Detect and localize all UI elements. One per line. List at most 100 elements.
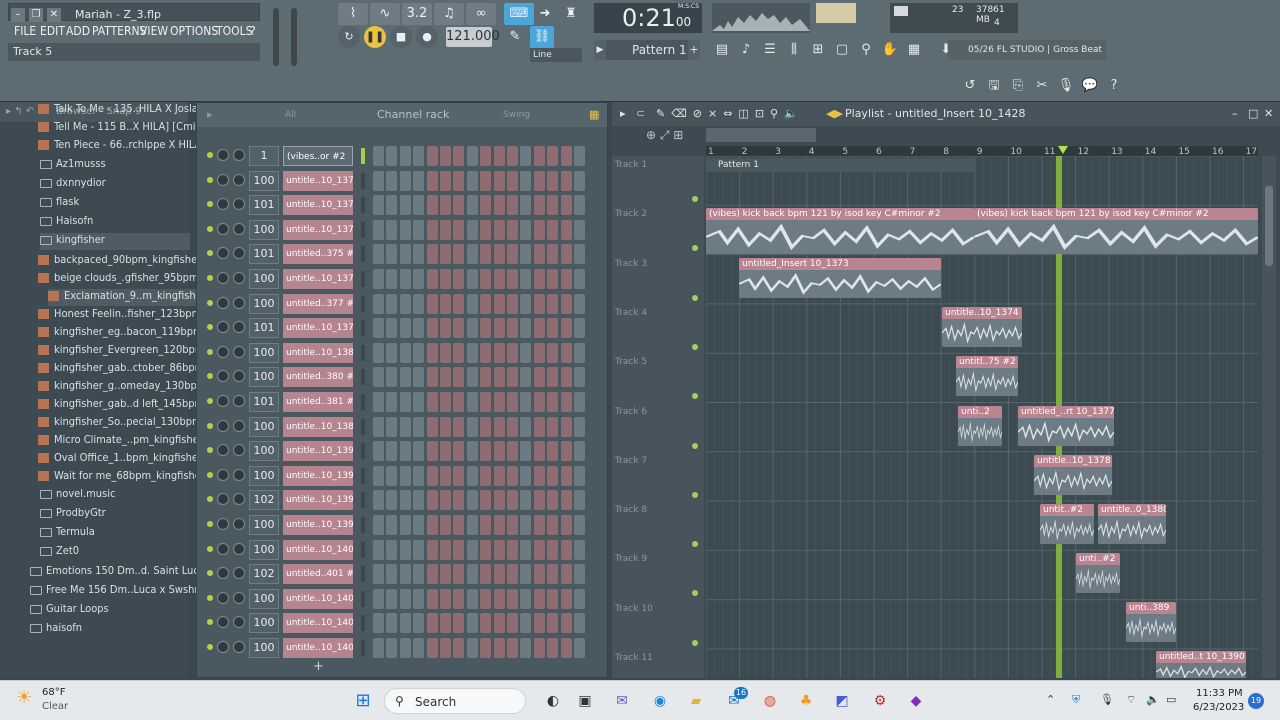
channel-row[interactable]: 100 untitle..10_1390 [205, 440, 597, 462]
step-button[interactable] [386, 416, 398, 437]
step-button[interactable] [533, 195, 545, 216]
magnet-icon[interactable]: ⊂ [636, 102, 645, 126]
step-button[interactable] [574, 318, 585, 339]
channel-led-icon[interactable] [207, 398, 213, 404]
step-button[interactable] [520, 515, 532, 535]
step-button[interactable] [574, 638, 585, 658]
step-button[interactable] [413, 416, 425, 437]
step-button[interactable] [466, 588, 478, 609]
step-button[interactable] [493, 170, 505, 191]
channel-name-button[interactable]: untitle..10_1406 [283, 638, 353, 658]
step-button[interactable] [507, 269, 518, 289]
audio-clip[interactable]: untitle..0_1380 [1098, 504, 1166, 544]
widgets-icon[interactable]: ▣ [573, 689, 597, 713]
step-button[interactable] [533, 293, 545, 314]
pan-knob[interactable] [217, 321, 229, 334]
browser-item[interactable]: kingfisher_gab..ctober_86bpm [38, 361, 204, 378]
step-button[interactable] [413, 146, 425, 166]
step-button[interactable] [373, 515, 384, 535]
browser-item[interactable]: Ten Piece - 66..rchlppe X HILA] [38, 138, 205, 155]
step-button[interactable] [547, 318, 559, 339]
playlist-tools-icon[interactable]: ✎⌫⊘⨯⇔◫⊡⚲🔈 [656, 102, 804, 126]
step-button[interactable] [533, 367, 545, 388]
step-button[interactable] [440, 318, 451, 339]
browser-item[interactable]: kingfisher_gab..d left_145bpm [38, 397, 204, 414]
step-button[interactable] [373, 588, 384, 609]
step-button[interactable] [493, 269, 505, 289]
step-button[interactable] [560, 318, 572, 339]
step-button[interactable] [560, 441, 572, 462]
browser-item[interactable]: kingfisher_g..omeday_130bpm [38, 379, 206, 396]
step-button[interactable] [533, 613, 545, 634]
step-button[interactable] [426, 588, 438, 609]
step-button[interactable] [373, 146, 384, 166]
step-button[interactable] [560, 416, 572, 437]
step-button[interactable] [386, 441, 398, 462]
menu-patterns[interactable]: PATTERNS [92, 24, 146, 38]
step-button[interactable] [560, 392, 572, 412]
step-button[interactable] [533, 342, 545, 363]
track-label[interactable]: Track 5 [615, 357, 647, 367]
step-button[interactable] [480, 441, 492, 462]
volume-knob[interactable] [233, 419, 245, 432]
step-button[interactable] [560, 638, 572, 658]
step-button[interactable] [507, 392, 518, 412]
project-picker-icon[interactable]: ▦ [904, 40, 924, 60]
step-button[interactable] [547, 219, 559, 240]
browser-item[interactable]: novel.music [40, 487, 115, 504]
step-button[interactable] [507, 465, 518, 486]
step-button[interactable] [440, 490, 451, 511]
browser-item[interactable]: dxnnydior [40, 176, 106, 193]
weather-temp[interactable]: 68°F [42, 687, 65, 698]
step-button[interactable] [520, 441, 532, 462]
step-button[interactable] [466, 269, 478, 289]
tempo-display[interactable]: 121.000 [446, 27, 500, 47]
step-button[interactable] [507, 490, 518, 511]
step-button[interactable] [373, 392, 384, 412]
step-button[interactable] [453, 588, 465, 609]
channel-mixer-num[interactable]: 102 [249, 490, 279, 511]
step-button[interactable] [574, 367, 585, 388]
step-button[interactable] [507, 515, 518, 535]
step-button[interactable] [493, 342, 505, 363]
step-button[interactable] [426, 195, 438, 216]
step-button[interactable] [547, 564, 559, 585]
channel-mixer-num[interactable]: 1 [249, 146, 279, 166]
step-edit-icon[interactable]: ♫ [434, 3, 464, 25]
step-button[interactable] [399, 539, 411, 560]
menu-help[interactable]: ? [250, 24, 256, 38]
close-icon[interactable]: ✕ [47, 8, 61, 22]
channel-mixer-num[interactable]: 100 [249, 293, 279, 314]
channel-led-icon[interactable] [207, 619, 213, 626]
step-button[interactable] [493, 416, 505, 437]
step-button[interactable] [426, 465, 438, 486]
step-button[interactable] [386, 219, 398, 240]
clock-time[interactable]: 11:33 PM [1196, 688, 1243, 699]
browser-item[interactable]: ProdbyGtr [40, 506, 106, 523]
track-led-icon[interactable] [692, 639, 698, 646]
plugin-picker-icon[interactable]: ▢ [832, 40, 852, 60]
step-button[interactable] [480, 367, 492, 388]
step-button[interactable] [547, 244, 559, 265]
step-button[interactable] [520, 195, 532, 216]
pan-knob[interactable] [217, 247, 229, 260]
step-button[interactable] [547, 638, 559, 658]
step-button[interactable] [520, 613, 532, 634]
loop-icon[interactable]: ↻ [338, 26, 360, 48]
browser-item[interactable]: Oval Office_1..bpm_kingfisher [38, 451, 202, 468]
step-button[interactable] [520, 490, 532, 511]
step-button[interactable] [440, 219, 451, 240]
step-button[interactable] [533, 269, 545, 289]
step-button[interactable] [493, 318, 505, 339]
step-button[interactable] [466, 219, 478, 240]
browser-item[interactable]: kingfisher_So..pecial_130bpm [38, 415, 202, 432]
step-button[interactable] [426, 416, 438, 437]
step-button[interactable] [426, 170, 438, 191]
step-button[interactable] [493, 564, 505, 585]
volume-knob[interactable] [233, 641, 245, 653]
step-button[interactable] [453, 367, 465, 388]
step-button[interactable] [440, 269, 451, 289]
step-button[interactable] [466, 392, 478, 412]
channel-name-button[interactable]: untitle..10_1398 [283, 515, 353, 535]
step-button[interactable] [574, 515, 585, 535]
